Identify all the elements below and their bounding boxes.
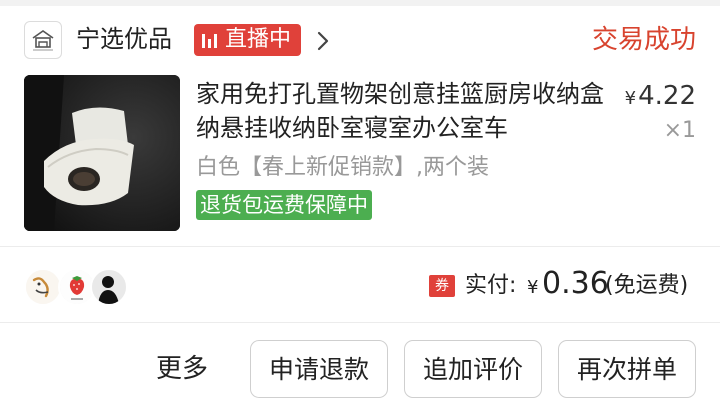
product-spec: 白色【春上新促销款】,两个装	[196, 155, 489, 180]
top-separator	[0, 0, 720, 6]
refund-button[interactable]: 申请退款	[250, 340, 388, 398]
paid-currency: ¥	[527, 277, 539, 298]
guarantee-badge: 退货包运费保障中	[196, 190, 372, 220]
more-button[interactable]: 更多	[156, 351, 208, 387]
rebuy-button[interactable]: 再次拼单	[558, 340, 696, 398]
participant-avatar[interactable]	[24, 268, 62, 306]
live-badge[interactable]: 直播中	[194, 24, 302, 56]
shop-logo-icon[interactable]	[24, 21, 62, 59]
divider	[0, 246, 720, 247]
paid-amount: 0.36	[542, 266, 609, 301]
product-price: ¥4.22	[625, 80, 696, 115]
live-label: 直播中	[225, 27, 292, 52]
product-thumbnail[interactable]	[24, 75, 180, 231]
product-title[interactable]: 家用免打孔置物架创意挂篮厨房收纳盒纳悬挂收纳卧室寝室办公室车	[196, 77, 616, 145]
divider	[0, 322, 720, 323]
price-currency: ¥	[624, 88, 637, 109]
shipping-note: (免运费)	[605, 273, 689, 298]
add-review-button[interactable]: 追加评价	[404, 340, 542, 398]
chevron-right-icon[interactable]	[313, 29, 335, 53]
live-bars-icon	[202, 32, 217, 48]
paid-label: 实付:	[465, 273, 517, 298]
product-quantity: ×1	[663, 118, 696, 143]
coupon-icon: 券	[429, 275, 455, 297]
order-status: 交易成功	[591, 25, 696, 55]
shop-name[interactable]: 宁选优品	[76, 22, 172, 56]
participant-avatar[interactable]	[90, 268, 128, 306]
price-value: 4.22	[638, 81, 696, 111]
